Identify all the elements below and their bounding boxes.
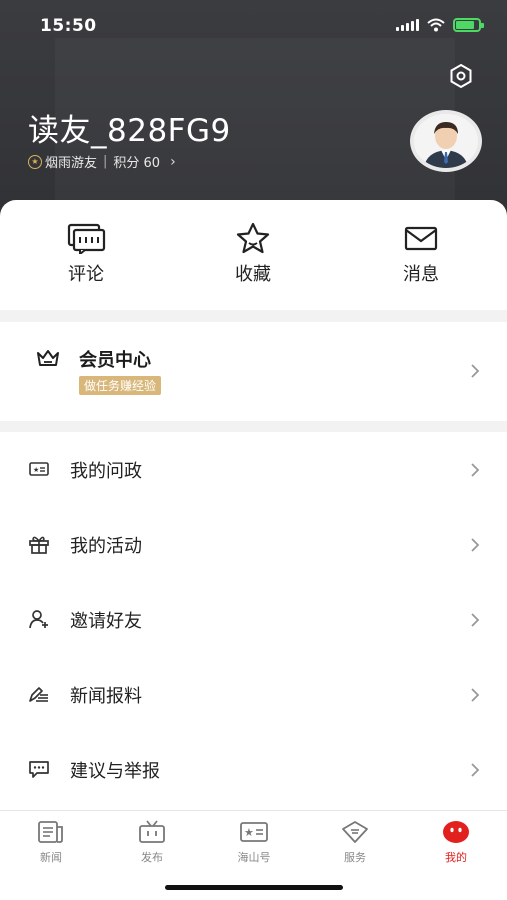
- comment-icon: [67, 223, 106, 254]
- star-icon: [236, 222, 270, 254]
- tv-icon: [139, 820, 165, 843]
- menu-item-news-tip[interactable]: 新闻报料: [0, 657, 507, 732]
- member-task-badge: 做任务赚经验: [79, 376, 162, 395]
- chevron-right-icon: [471, 538, 480, 552]
- menu-item-feedback-report[interactable]: 建议与举报: [0, 732, 507, 807]
- profile-header: 15:50 读友_828FG9 ★ 烟雨游友 | 积分 60 ›: [0, 0, 507, 230]
- svg-text:★: ★: [33, 466, 39, 474]
- quick-action-label: 评论: [68, 264, 104, 285]
- menu-item-label: 邀请好友: [70, 611, 142, 632]
- tab-label: 发布: [141, 851, 163, 864]
- home-indicator: [165, 885, 343, 890]
- quick-action-messages[interactable]: 消息: [371, 222, 471, 286]
- service-icon: [342, 821, 368, 843]
- mail-icon: [404, 226, 438, 251]
- menu-item-label: 我的活动: [70, 536, 142, 557]
- chevron-right-icon: [471, 613, 480, 627]
- quick-action-label: 收藏: [235, 264, 271, 285]
- level-name: 烟雨游友: [45, 156, 98, 171]
- status-bar: 15:50: [0, 0, 507, 50]
- menu-item-label: 建议与举报: [70, 761, 160, 782]
- news-icon: [38, 821, 63, 843]
- tab-label: 海山号: [237, 851, 271, 864]
- level-badge-icon: ★: [28, 154, 42, 169]
- menu-item-my-inquiries[interactable]: ★ 我的问政: [0, 432, 507, 507]
- quick-action-favorites[interactable]: 收藏: [203, 222, 303, 286]
- username: 读友_828FG9: [28, 113, 231, 149]
- id-card-icon: ★: [29, 462, 49, 476]
- tab-me[interactable]: 我的: [416, 819, 496, 865]
- settings-icon[interactable]: [448, 63, 474, 89]
- avatar[interactable]: [410, 110, 482, 172]
- quick-action-comments[interactable]: 评论: [36, 222, 136, 286]
- tab-publish[interactable]: 发布: [112, 819, 192, 865]
- status-time: 15:50: [40, 16, 97, 36]
- wifi-icon: [427, 18, 445, 32]
- gift-icon: [29, 536, 49, 554]
- me-icon: [443, 821, 469, 843]
- tab-label: 服务: [344, 851, 366, 864]
- feedback-icon: [29, 761, 49, 778]
- battery-icon: [453, 18, 484, 32]
- chevron-right-icon: [471, 763, 480, 777]
- signal-icon: [396, 19, 419, 31]
- menu-item-label: 新闻报料: [70, 686, 142, 707]
- quick-actions-card: 评论 收藏 消息: [0, 200, 507, 310]
- edit-icon: [29, 687, 48, 702]
- chevron-right-icon: ›: [170, 153, 176, 170]
- menu-item-label: 我的问政: [70, 461, 142, 482]
- chevron-right-icon: [471, 463, 480, 477]
- menu-list: ★ 我的问政 我的活动 邀请好友 新闻报料 建议与举报: [0, 432, 507, 810]
- points-label: 积分 60: [113, 156, 161, 171]
- chevron-right-icon: [471, 364, 480, 378]
- crown-icon: [37, 350, 59, 366]
- member-center-row[interactable]: 会员中心 做任务赚经验: [0, 322, 507, 421]
- profile-card-icon: ★: [240, 822, 268, 842]
- member-center-title: 会员中心: [79, 350, 151, 371]
- menu-item-my-activities[interactable]: 我的活动: [0, 507, 507, 582]
- tab-haishan[interactable]: ★ 海山号: [214, 819, 294, 865]
- chevron-right-icon: [471, 688, 480, 702]
- separator: |: [103, 154, 108, 169]
- tab-label: 我的: [445, 851, 467, 864]
- status-icons: [396, 18, 484, 32]
- add-user-icon: [29, 610, 48, 629]
- user-avatar-icon: [414, 114, 478, 168]
- tab-label: 新闻: [40, 851, 62, 864]
- quick-action-label: 消息: [403, 264, 439, 285]
- svg-text:★: ★: [244, 826, 254, 839]
- level-points-link[interactable]: ★ 烟雨游友 | 积分 60 ›: [28, 152, 176, 171]
- menu-item-invite-friends[interactable]: 邀请好友: [0, 582, 507, 657]
- tab-service[interactable]: 服务: [315, 819, 395, 865]
- tab-news[interactable]: 新闻: [11, 819, 91, 865]
